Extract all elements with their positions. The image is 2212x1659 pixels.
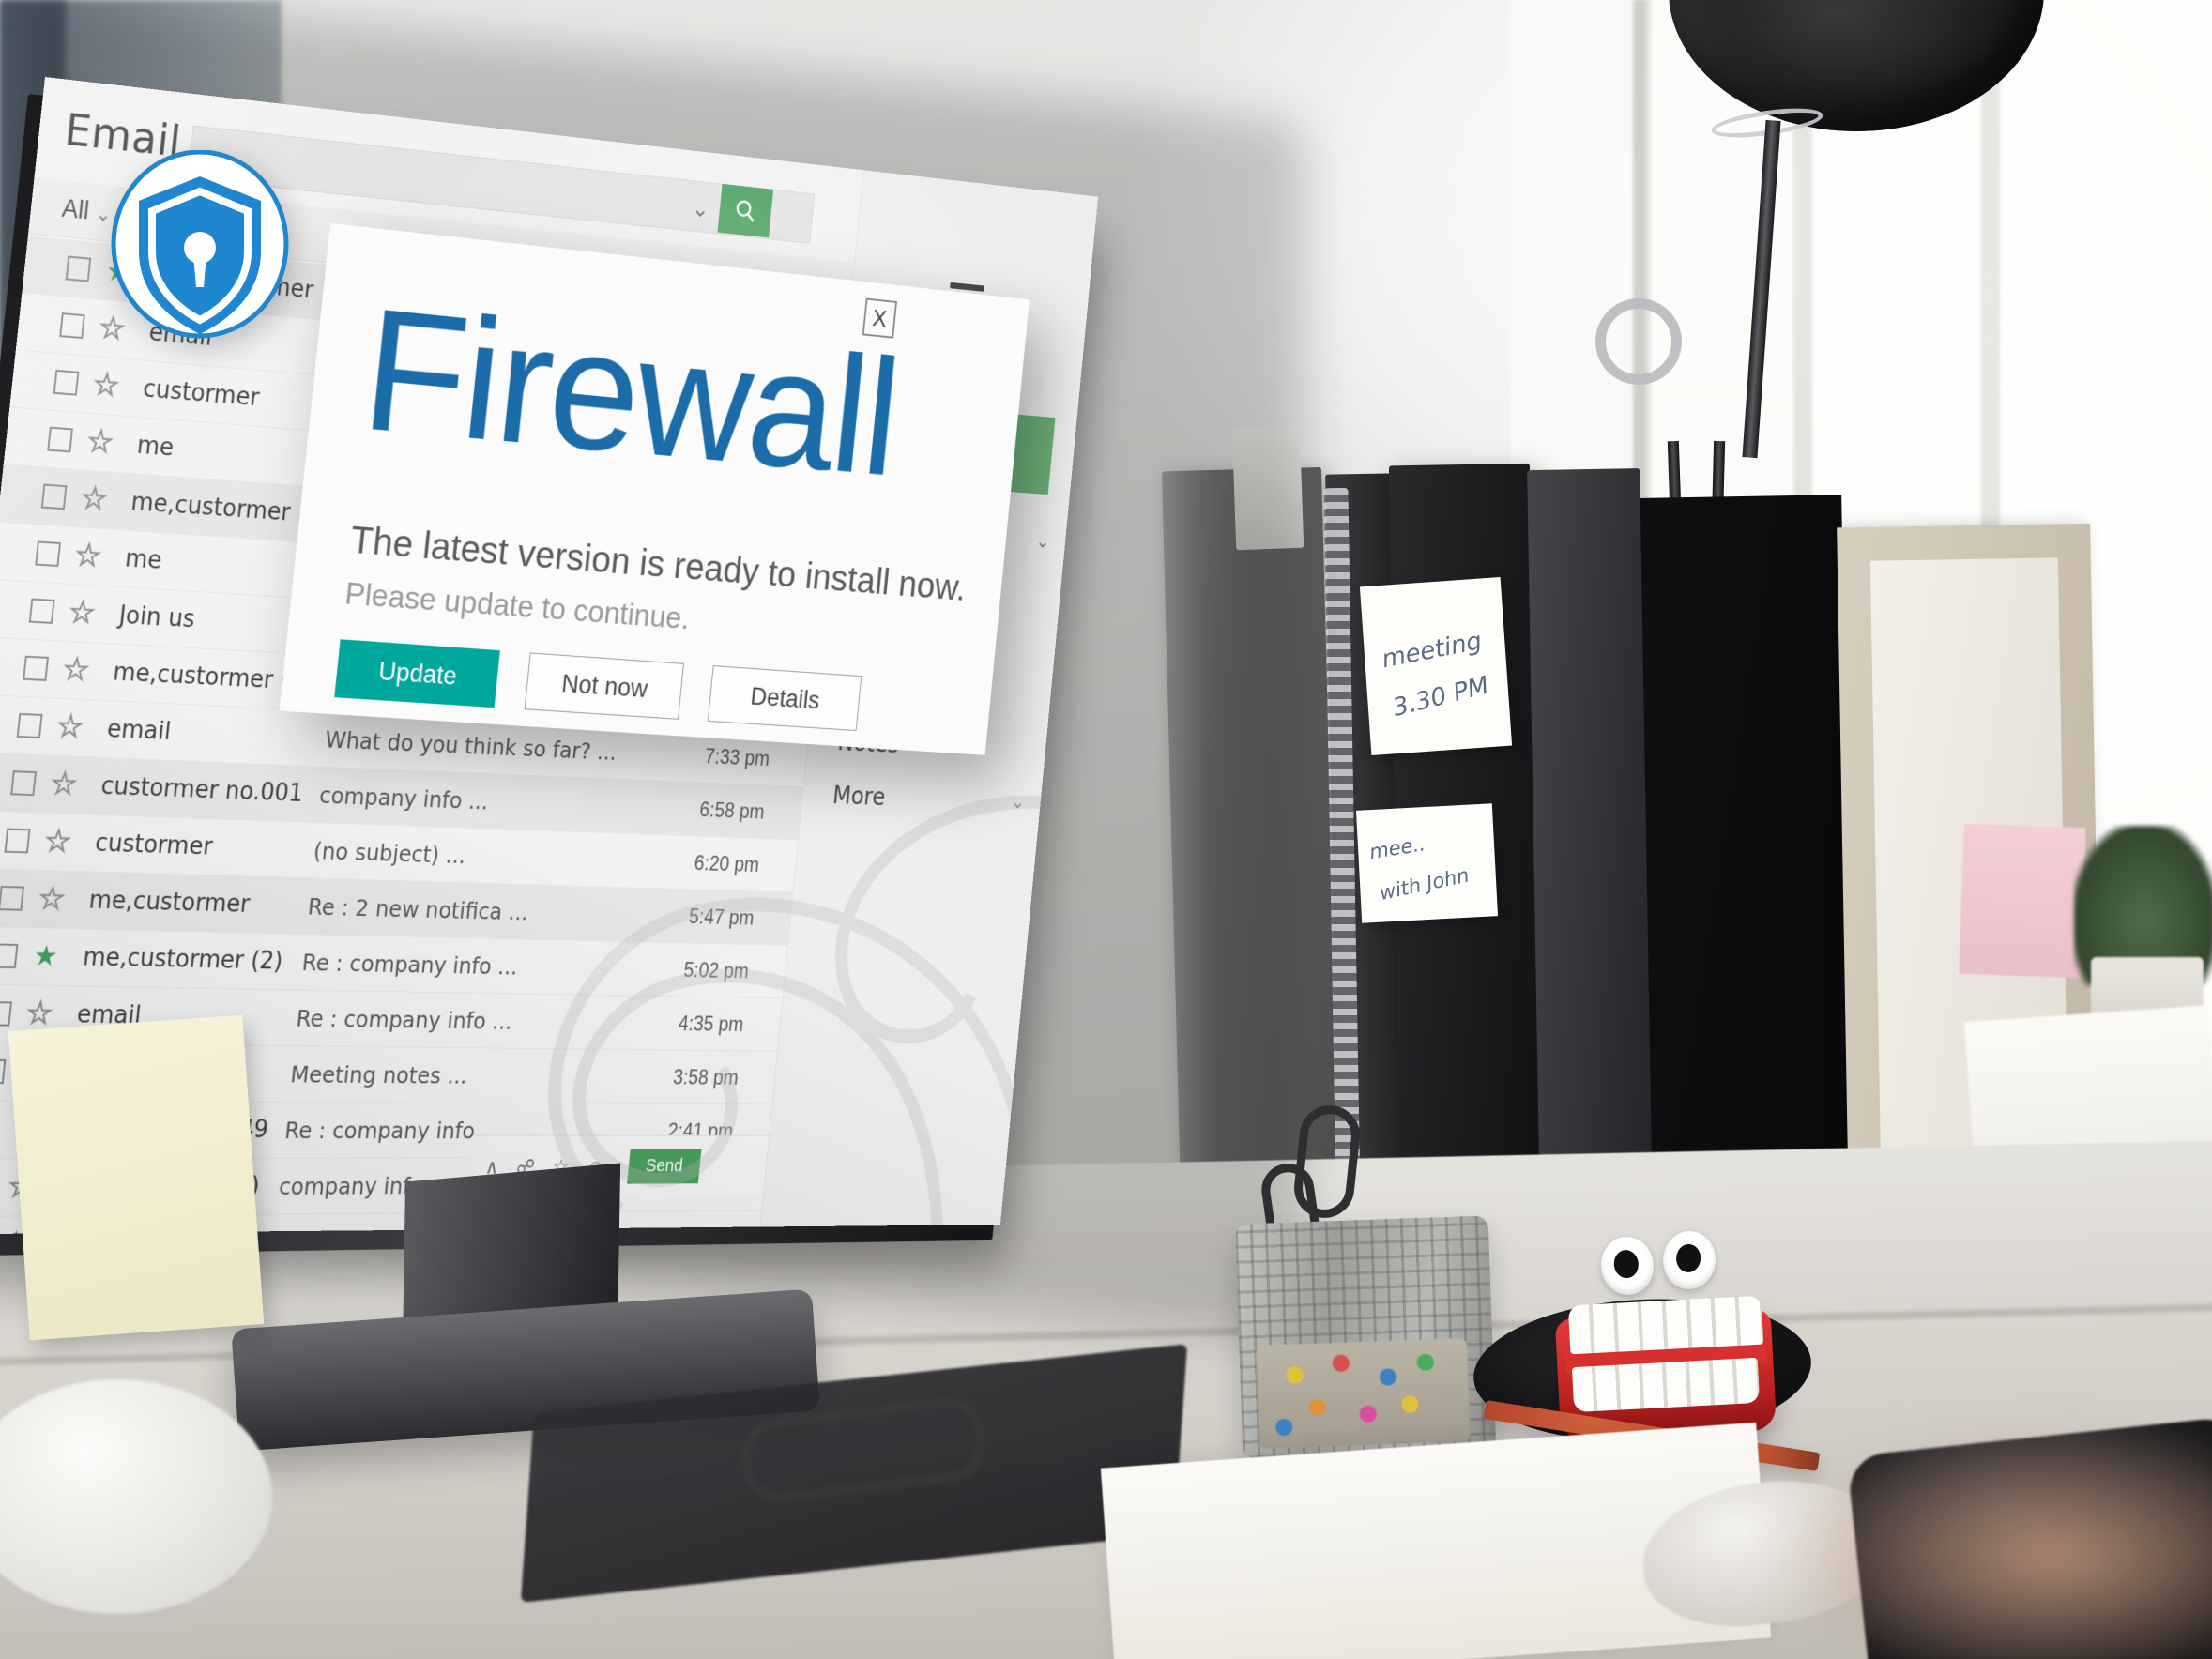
row-time: 7:33 pm [703,744,771,770]
row-checkbox[interactable] [0,1058,7,1085]
attachment-icon [662,861,694,862]
chevron-down-icon[interactable]: ⌄ [1035,531,1050,553]
row-subject: Re : company info ... [300,949,520,980]
row-checkbox[interactable] [23,655,50,681]
chevron-down-icon[interactable]: ⌄ [1011,792,1026,814]
star-icon[interactable]: ★ [24,997,53,1031]
filter-all-dropdown[interactable]: All ⌄ [60,194,113,228]
send-button[interactable]: Send [626,1149,702,1184]
note-john-line1: mee.. [1367,832,1427,864]
note-john-line2: with John [1377,863,1472,905]
note-meeting-line1: meeting [1379,627,1485,675]
star-icon[interactable]: ★ [68,596,97,630]
note-meeting-line2: 3.30 PM [1390,671,1492,723]
row-checkbox[interactable] [28,598,55,624]
row-checkbox[interactable] [35,540,62,568]
not-now-button[interactable]: Not now [524,652,684,720]
attachment-icon [650,969,683,970]
pink-sticky-note [1959,823,2086,979]
row-sender: email [105,715,173,746]
row-subject: Meeting notes ... [289,1060,469,1088]
dialog-title: Firewall [355,272,906,511]
firewall-update-dialog: X Firewall The latest version is ready t… [279,223,1030,755]
row-checkbox[interactable] [0,885,25,911]
details-button[interactable]: Details [707,665,862,732]
chevron-down-icon: ⌄ [95,204,113,226]
row-subject: Re : 2 new notifica ... [306,892,530,925]
search-button[interactable] [717,183,774,238]
chevron-down-icon[interactable]: ⌄ [691,194,710,223]
row-checkbox[interactable] [0,1001,12,1027]
row-subject: Re : company info ... [295,1004,514,1034]
blurred-hand [1762,1415,2212,1659]
shield-lock-icon [111,150,289,339]
row-checkbox[interactable] [10,770,38,797]
row-checkbox[interactable] [0,943,19,969]
star-icon[interactable]: ★ [43,825,72,859]
sticky-note-meeting: meeting 3.30 PM [1359,576,1513,756]
star-icon[interactable]: ★ [49,768,78,801]
row-checkbox[interactable] [16,712,43,739]
row-checkbox[interactable] [40,483,68,510]
sticky-note-john: mee.. with John [1355,803,1499,923]
dialog-actions: Update Not now Details [334,639,862,732]
attachment-icon [646,1023,679,1024]
large-sticky-pad [8,1014,265,1341]
row-sender: me,custormer [87,886,252,919]
teeth-upper-row [1567,1295,1764,1355]
row-time: 5:02 pm [682,957,750,982]
row-checkbox[interactable] [53,369,80,396]
row-sender: custormer [93,829,214,861]
row-sender: custormer no.001 [99,771,305,808]
star-icon[interactable]: ★ [37,882,66,916]
star-icon[interactable]: ★ [55,710,84,744]
dialog-sub-message: Please update to continue. [343,575,692,636]
filter-all-label: All [60,193,91,225]
attachment-icon [666,808,699,809]
star-icon[interactable]: ★ [80,482,109,517]
row-sender: me,custormer (2) [81,943,284,976]
row-time: 3:58 pm [672,1065,740,1088]
row-time: 5:47 pm [688,904,755,929]
row-time: 4:35 pm [677,1011,745,1036]
row-checkbox[interactable] [59,312,85,340]
row-time: 6:58 pm [698,797,766,823]
sidebar-item-label: More [831,781,887,812]
row-subject: (no subject) ... [312,837,467,869]
attachment-icon [672,754,705,756]
row-checkbox[interactable] [4,828,31,854]
star-icon[interactable]: ★ [32,940,59,972]
scene-root: meeting 3.30 PM mee.. with John Email ⌄ [0,0,2212,1659]
sidebar-item-more[interactable]: More ⌄ [831,781,1026,814]
attachment-icon [656,915,689,916]
colored-pins [1256,1338,1471,1449]
update-button[interactable]: Update [334,639,500,708]
star-icon[interactable]: ★ [92,368,121,403]
row-time: 6:20 pm [693,850,761,876]
row-checkbox[interactable] [65,255,92,282]
search-icon [733,196,759,224]
star-icon[interactable]: ★ [61,653,90,687]
star-icon[interactable]: ★ [85,425,114,460]
row-checkbox[interactable] [47,426,73,453]
star-icon[interactable]: ★ [73,539,102,572]
row-subject: company info ... [317,781,490,814]
